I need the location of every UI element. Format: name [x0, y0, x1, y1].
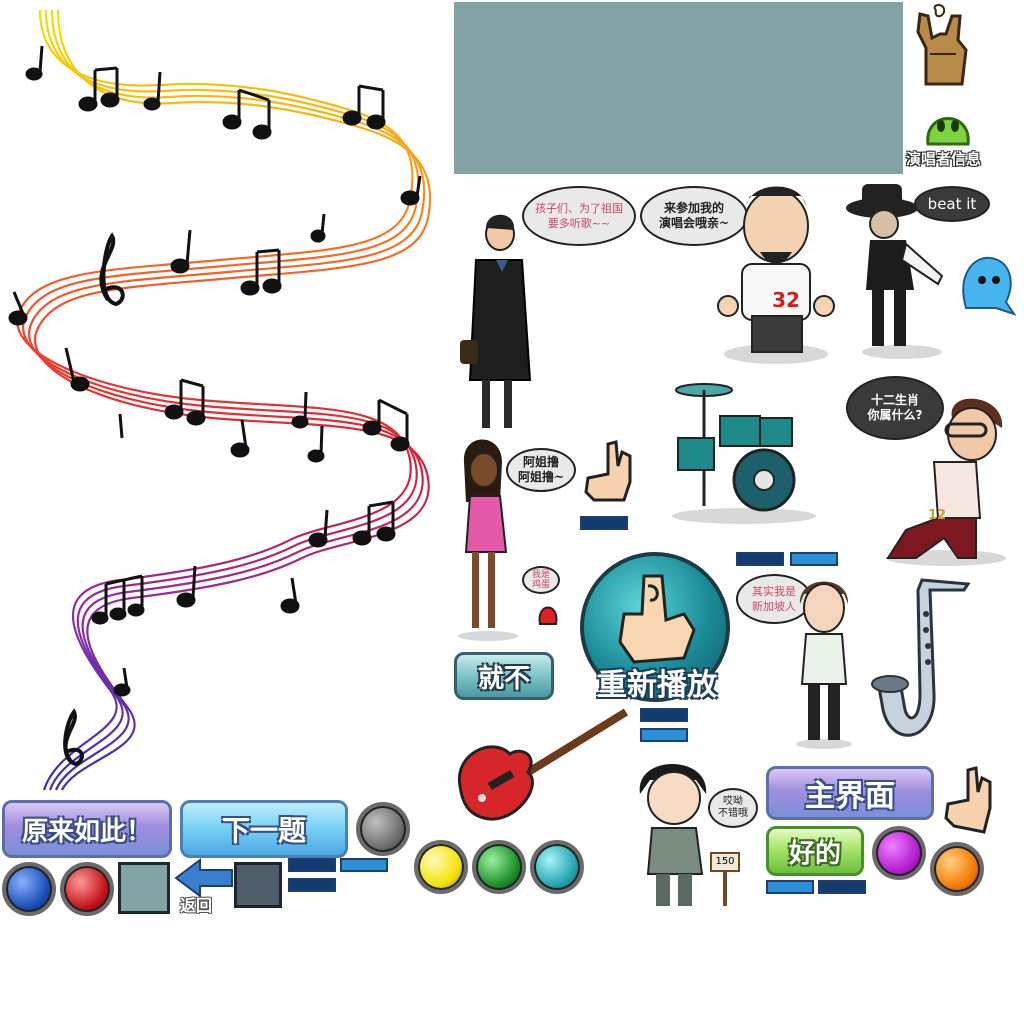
back-button[interactable]: 返回: [174, 858, 236, 915]
blue-bar: [818, 880, 866, 894]
blue-bar: [340, 858, 388, 872]
teal-placeholder-panel: [454, 2, 903, 174]
yuanlai-button[interactable]: 原来如此！: [2, 800, 172, 858]
yellow-orb-button[interactable]: [414, 840, 468, 894]
pointing-hand-icon[interactable]: [938, 764, 998, 838]
fan-character: [717, 186, 835, 364]
drum-kit-icon: [672, 383, 816, 524]
blue-orb-button[interactable]: [2, 862, 56, 916]
red-orb-button[interactable]: [60, 862, 114, 916]
purple-orb-button[interactable]: [872, 826, 926, 880]
blue-bar: [288, 858, 336, 872]
yuanlai-label: 原来如此！: [21, 816, 152, 847]
back-label: 返回: [180, 896, 213, 915]
speech-bubble-small: 我是 鸡蛋: [522, 566, 560, 594]
main-menu-button[interactable]: 主界面: [766, 766, 934, 820]
green-face-icon[interactable]: [922, 100, 974, 148]
blue-bar: [766, 880, 814, 894]
sign-150-board: 150: [710, 852, 740, 872]
next-question-button[interactable]: 下一题: [180, 800, 348, 858]
teal-square: [118, 862, 170, 914]
ok-button[interactable]: 好的: [766, 826, 864, 876]
blue-bar: [640, 728, 688, 742]
host-character: [460, 214, 532, 428]
speech-bubble-good: 哎呦 不错哦: [708, 788, 758, 828]
green-orb-button[interactable]: [472, 840, 526, 894]
zodiac-character: [886, 398, 1006, 566]
saxophone-icon: [871, 578, 971, 737]
sign-150-post: [723, 872, 727, 906]
blue-bar: [288, 878, 336, 892]
electric-guitar-icon: [457, 708, 629, 821]
sign-150: 150: [710, 852, 740, 908]
singapore-girl-character: [796, 581, 852, 749]
jiubu-button[interactable]: 就不: [454, 652, 554, 700]
jiubu-label: 就不: [477, 663, 530, 694]
boy-character: [639, 764, 707, 906]
main-menu-label: 主界面: [805, 779, 895, 814]
dark-gray-square: [234, 862, 282, 908]
orange-orb-button[interactable]: [930, 842, 984, 896]
blue-ghost-icon: [962, 256, 1016, 316]
music-staff-icon: [8, 9, 432, 791]
next-question-label: 下一题: [221, 814, 306, 847]
shirt-number: 32: [772, 288, 800, 312]
cyan-orb-button[interactable]: [530, 840, 584, 894]
speech-bubble-host: 孩子们、为了祖国 要多听歌~~: [522, 186, 636, 246]
replay-button[interactable]: 重新播放: [578, 552, 738, 712]
pointing-hand-icon[interactable]: [578, 438, 636, 510]
singer-info-label: 演唱者信息: [906, 150, 982, 168]
blue-bar: [790, 552, 838, 566]
ok-label: 好的: [788, 838, 841, 869]
pointing-hand-icon: [618, 574, 696, 664]
replay-label: 重新播放: [597, 668, 717, 703]
red-creature-icon: [538, 606, 558, 625]
gray-orb-button[interactable]: [356, 802, 410, 856]
jacket-number: 12: [928, 508, 947, 523]
blue-bar: [580, 516, 628, 530]
speech-bubble-beat-it: beat it: [914, 186, 990, 222]
blue-bar: [736, 552, 784, 566]
rock-hand-icon[interactable]: [906, 4, 982, 90]
speech-bubble-sister: 阿姐撸 阿姐撸~: [506, 448, 576, 492]
blue-bar: [640, 708, 688, 722]
